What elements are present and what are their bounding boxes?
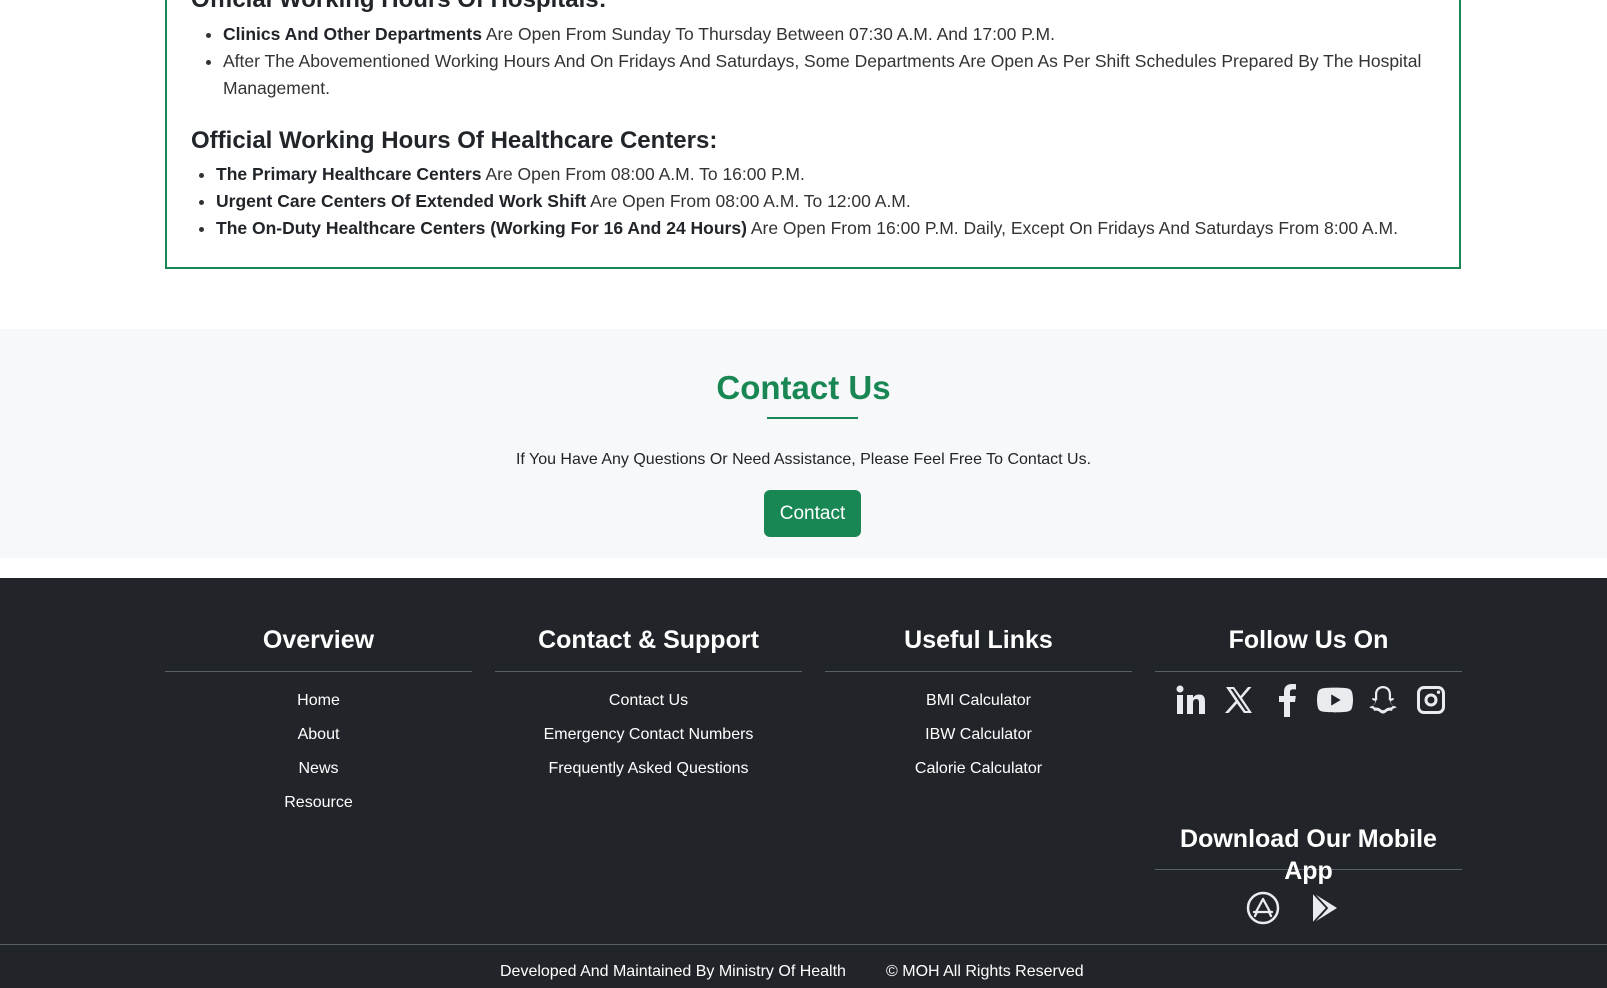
list-item: The Primary Healthcare Centers Are Open … <box>216 161 1456 188</box>
footer-follow-column: Follow Us On <box>1155 578 1462 718</box>
list-item: Clinics And Other Departments Are Open F… <box>223 21 1453 48</box>
developed-by-text: Developed And Maintained By Ministry Of … <box>500 963 846 980</box>
footer-link-faq[interactable]: Frequently Asked Questions <box>495 759 802 779</box>
title-underline <box>767 417 858 419</box>
google-play-icon[interactable] <box>1307 890 1343 926</box>
footer-support-column: Contact & Support Contact Us Emergency C… <box>495 578 802 793</box>
footer-link-emergency-numbers[interactable]: Emergency Contact Numbers <box>495 725 802 745</box>
footer-column-title: Contact & Support <box>495 578 802 672</box>
footer-column-title: Follow Us On <box>1155 578 1462 672</box>
app-store-links <box>1245 890 1343 926</box>
contact-description: If You Have Any Questions Or Need Assist… <box>515 451 1092 468</box>
working-hours-panel: Official Working Hours Of Hospitals: Cli… <box>165 0 1461 269</box>
hospital-hours-list: Clinics And Other Departments Are Open F… <box>223 21 1453 102</box>
healthcare-hours-list: The Primary Healthcare Centers Are Open … <box>216 161 1456 242</box>
list-item: The On-Duty Healthcare Centers (Working … <box>216 215 1456 242</box>
footer-link-bmi-calculator[interactable]: BMI Calculator <box>825 691 1132 711</box>
copyright-text: © MOH All Rights Reserved <box>886 963 1084 980</box>
footer-link-calorie-calculator[interactable]: Calorie Calculator <box>825 759 1132 779</box>
healthcare-hours-title: Official Working Hours Of Healthcare Cen… <box>191 127 718 154</box>
contact-section: Contact Us If You Have Any Questions Or … <box>0 329 1607 558</box>
footer-column-title: Overview <box>165 578 472 672</box>
app-store-icon[interactable] <box>1245 890 1281 926</box>
snapchat-icon[interactable] <box>1365 682 1401 718</box>
footer-useful-links-column: Useful Links BMI Calculator IBW Calculat… <box>825 578 1132 793</box>
linkedin-icon[interactable] <box>1173 682 1209 718</box>
youtube-icon[interactable] <box>1317 682 1353 718</box>
footer-bottom-bar: Developed And Maintained By Ministry Of … <box>0 944 1607 988</box>
list-item: After The Abovementioned Working Hours A… <box>223 48 1453 102</box>
footer-link-ibw-calculator[interactable]: IBW Calculator <box>825 725 1132 745</box>
instagram-icon[interactable] <box>1413 682 1449 718</box>
footer-link-news[interactable]: News <box>165 759 472 779</box>
contact-title: Contact Us <box>716 369 891 406</box>
footer-link-resource[interactable]: Resource <box>165 793 472 813</box>
list-item: Urgent Care Centers Of Extended Work Shi… <box>216 188 1456 215</box>
footer-column-title: Useful Links <box>825 578 1132 672</box>
social-links <box>1155 672 1462 718</box>
footer-overview-column: Overview Home About News Resource <box>165 578 472 827</box>
contact-button[interactable]: Contact <box>764 490 861 537</box>
hospitals-hours-title: Official Working Hours Of Hospitals: <box>191 0 607 14</box>
x-twitter-icon[interactable] <box>1221 682 1257 718</box>
footer-link-home[interactable]: Home <box>165 691 472 711</box>
footer-link-about[interactable]: About <box>165 725 472 745</box>
footer-link-contact-us[interactable]: Contact Us <box>495 691 802 711</box>
download-app-title: Download Our Mobile App <box>1155 815 1462 885</box>
footer: Overview Home About News Resource Contac… <box>0 578 1607 988</box>
facebook-icon[interactable] <box>1269 682 1305 718</box>
